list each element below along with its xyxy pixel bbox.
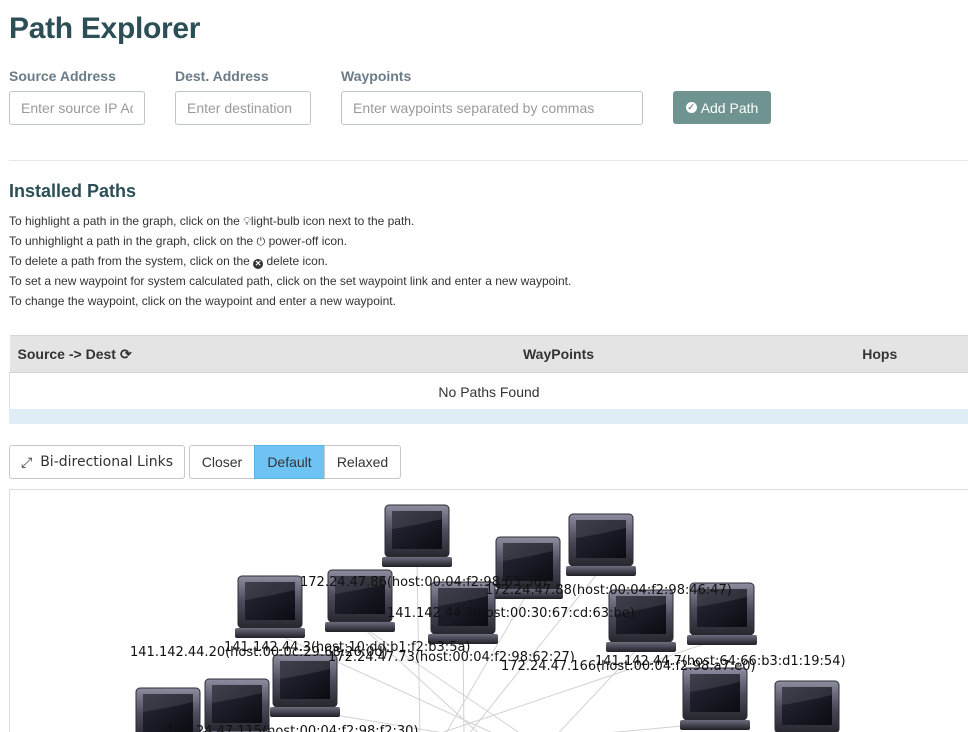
column-source-dest[interactable]: Source -> Dest ⟳ (9, 335, 326, 373)
instruction-highlight: To highlight a path in the graph, click … (9, 214, 415, 228)
source-address-label: Source Address (9, 68, 116, 84)
add-path-label: Add Path (700, 99, 759, 116)
layout-default-button[interactable]: Default (254, 445, 325, 479)
table-row: No Paths Found (9, 372, 968, 412)
section-divider (9, 160, 968, 161)
delete-icon: ✕ (253, 259, 264, 269)
column-hops[interactable]: Hops (791, 335, 968, 373)
check-circle-icon: ✓ (685, 102, 697, 113)
empty-table-message: No Paths Found (9, 372, 968, 412)
table-header-row: Source -> Dest ⟳ WayPoints Hops (9, 335, 968, 373)
instruction-unhighlight: To unhighlight a path in the graph, clic… (9, 234, 348, 248)
expand-arrows-icon: ⤢ (21, 453, 33, 470)
source-address-input[interactable] (9, 91, 145, 125)
host-node-label: 172.24.47.88(host:00:04:f2:98:46:47) (485, 583, 732, 598)
host-node-icon[interactable] (772, 680, 842, 732)
power-off-icon: ⏻ (256, 236, 266, 248)
table-footer-bar (9, 409, 968, 424)
instruction-change-waypoint: To change the waypoint, click on the way… (9, 294, 396, 308)
host-node-label: 172.24.47.115(host:00:04:f2:98:f2:30) (167, 724, 418, 732)
waypoints-input[interactable] (341, 91, 643, 125)
topology-graph-svg[interactable]: 172.24.47.86(host:00:04:f2:98:63:36)172.… (10, 490, 968, 732)
installed-paths-title: Installed Paths (9, 181, 137, 201)
layout-closer-button[interactable]: Closer (189, 445, 255, 479)
host-node-label: 141.142.44.7(host:64:66:b3:d1:19:54) (595, 654, 846, 669)
installed-paths-table: Source -> Dest ⟳ WayPoints Hops No Paths … (9, 335, 968, 412)
instructions: To highlight a path in the graph, click … (9, 213, 571, 313)
dest-address-input[interactable] (175, 91, 311, 125)
host-node-icon[interactable] (606, 589, 676, 652)
host-node-icon[interactable] (566, 513, 636, 576)
host-node-icon[interactable] (235, 575, 305, 638)
page-title: Path Explorer (9, 12, 201, 45)
path-explorer-page: Path Explorer Source Address Dest. Addre… (0, 0, 968, 732)
bidirectional-links-button[interactable]: ⤢ Bi-directional Links (9, 445, 185, 479)
column-waypoints[interactable]: WayPoints (325, 335, 792, 373)
host-node-icon[interactable] (382, 504, 452, 567)
layout-relaxed-button[interactable]: Relaxed (324, 445, 401, 479)
add-path-button[interactable]: ✓ Add Path (673, 91, 771, 124)
waypoints-label: Waypoints (341, 68, 412, 84)
dest-address-label: Dest. Address (175, 68, 269, 84)
host-node-icon[interactable] (680, 667, 750, 730)
light-bulb-icon: 💡︎ (243, 216, 251, 228)
host-node-label: 141.142.44.?(host:00:30:67:cd:63:be) (387, 606, 635, 621)
instruction-delete: To delete a path from the system, click … (9, 254, 328, 269)
refresh-icon[interactable]: ⟳ (120, 346, 132, 362)
instruction-set-waypoint: To set a new waypoint for system calcula… (9, 274, 572, 288)
topology-graph[interactable]: 172.24.47.86(host:00:04:f2:98:63:36) 172.… (9, 489, 968, 732)
